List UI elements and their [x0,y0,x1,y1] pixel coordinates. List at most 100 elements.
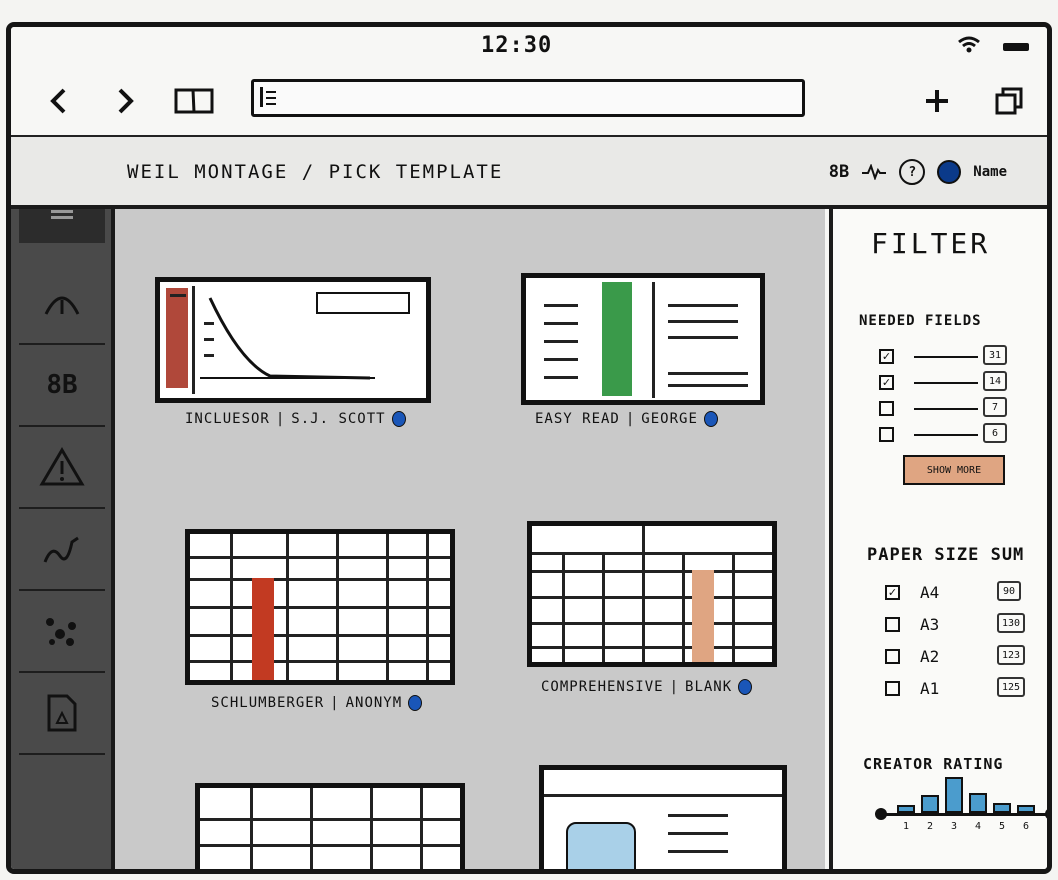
app-logo: 8B [828,162,850,182]
paper-size-count: 90 [997,581,1021,601]
info-icon[interactable] [738,679,753,695]
rating-max-handle[interactable] [1045,808,1047,820]
thumb-accent-column [252,578,274,680]
template-thumbnail [521,273,765,405]
status-bar: 12:30 [11,27,1047,63]
paper-size-row[interactable]: ✓ A4 [885,583,939,602]
app-header: WEIL MONTAGE / PICK TEMPLATE 8B ? Name [11,137,1047,209]
paper-size-checkbox[interactable] [885,617,900,632]
field-checkbox[interactable] [879,401,894,416]
filter-title: FILTER [871,227,991,260]
sidebar-item-logo[interactable]: 8B [19,345,105,427]
back-button[interactable] [41,83,77,119]
template-name: SCHLUMBERGER [211,695,325,711]
template-name: COMPREHENSIVE [541,679,664,695]
template-name: EASY READ [535,411,620,427]
show-more-button[interactable]: SHOW MORE [903,455,1005,485]
paper-size-checkbox[interactable]: ✓ [885,585,900,600]
filter-panel: FILTER NEEDED FIELDS ✓ 31 ✓ 14 7 6 SHOW … [829,209,1047,869]
rating-slider[interactable] [875,808,1047,820]
paper-size-label: A4 [920,583,940,602]
info-icon[interactable] [391,411,406,427]
paper-size-label: A1 [920,679,940,698]
sidebar-item-gauge[interactable] [19,263,105,345]
field-filter-row[interactable]: ✓ [879,375,978,390]
paper-size-checkbox[interactable] [885,681,900,696]
info-icon[interactable] [408,695,423,711]
rating-bar [969,793,987,813]
sidebar-item-data[interactable] [19,591,105,673]
thumb-accent-column [602,282,632,396]
paper-size-label: A3 [920,615,940,634]
scatter-icon [46,618,76,646]
template-caption: SCHLUMBERGER | ANONYM [211,695,423,711]
field-filter-row[interactable] [879,427,978,442]
rating-bar [921,795,939,813]
wifi-icon [958,36,980,53]
field-count: 31 [983,345,1007,365]
template-name: INCLUESOR [185,411,270,427]
thumb-accent-column [692,570,714,662]
header-tools: 8B ? Name [829,159,1007,185]
browser-toolbar [11,63,1047,138]
rating-label: 6 [1023,821,1030,832]
device-frame: 12:30 8B WEIL MONTAGE / PICK TEMPLATE 8B… [6,22,1052,874]
tabs-button[interactable] [991,83,1027,119]
forward-button[interactable] [107,83,143,119]
field-checkbox[interactable]: ✓ [879,349,894,364]
template-thumbnail [185,529,455,685]
clock: 12:30 [481,33,553,58]
rating-bar [993,803,1011,813]
rating-min-handle[interactable] [875,808,887,820]
field-filter-row[interactable] [879,401,978,416]
template-thumbnail [539,765,787,869]
rating-bar [945,777,963,813]
creator-rating-heading: CREATOR RATING [863,755,1004,773]
needed-fields-heading: NEEDED FIELDS [859,313,982,329]
template-author: ANONYM [345,695,403,711]
plus-icon [926,90,948,112]
info-icon[interactable] [703,411,718,427]
bookmarks-button[interactable] [171,83,217,119]
rating-label: 2 [927,821,934,832]
new-tab-button[interactable] [919,83,955,119]
paper-size-checkbox[interactable] [885,649,900,664]
template-caption: INCLUESOR | S.J. SCOTT [185,411,406,427]
field-checkbox[interactable] [879,427,894,442]
reader-icon [260,87,277,107]
paper-size-row[interactable]: A3 [885,615,939,634]
thumb-cylinder [566,822,636,869]
rating-label: 4 [975,821,982,832]
tabs-icon [995,87,1023,115]
rating-label: 5 [999,821,1006,832]
field-count: 7 [983,397,1007,417]
help-button[interactable]: ? [899,159,926,185]
thumb-accent-column [166,288,188,388]
trend-line-icon [43,536,79,563]
user-name[interactable]: Name [973,164,1007,180]
sidebar-item-documents[interactable] [19,673,105,755]
sidebar-item-alerts[interactable] [19,427,105,509]
paper-size-row[interactable]: A2 [885,647,939,666]
document-icon [47,694,77,732]
chevron-left-icon [50,88,66,114]
template-thumbnail [527,521,777,667]
book-icon [174,88,214,114]
warning-icon [39,447,85,486]
activity-icon[interactable] [861,164,887,180]
template-author: BLANK [685,679,733,695]
help-icon: ? [908,164,917,180]
field-checkbox[interactable]: ✓ [879,375,894,390]
rating-bar [897,805,915,813]
paper-size-count: 123 [997,645,1025,665]
field-filter-row[interactable]: ✓ [879,349,978,364]
paper-size-count: 125 [997,677,1025,697]
gauge-icon [44,296,80,315]
url-bar[interactable] [251,79,805,117]
template-caption: EASY READ | GEORGE [535,411,718,427]
rating-label: 3 [951,821,958,832]
paper-size-row[interactable]: A1 [885,679,939,698]
avatar[interactable] [937,160,962,184]
template-gallery: INCLUESOR | S.J. SCOTT EASY READ | GEORG… [115,209,825,869]
sidebar-item-trends[interactable] [19,509,105,591]
